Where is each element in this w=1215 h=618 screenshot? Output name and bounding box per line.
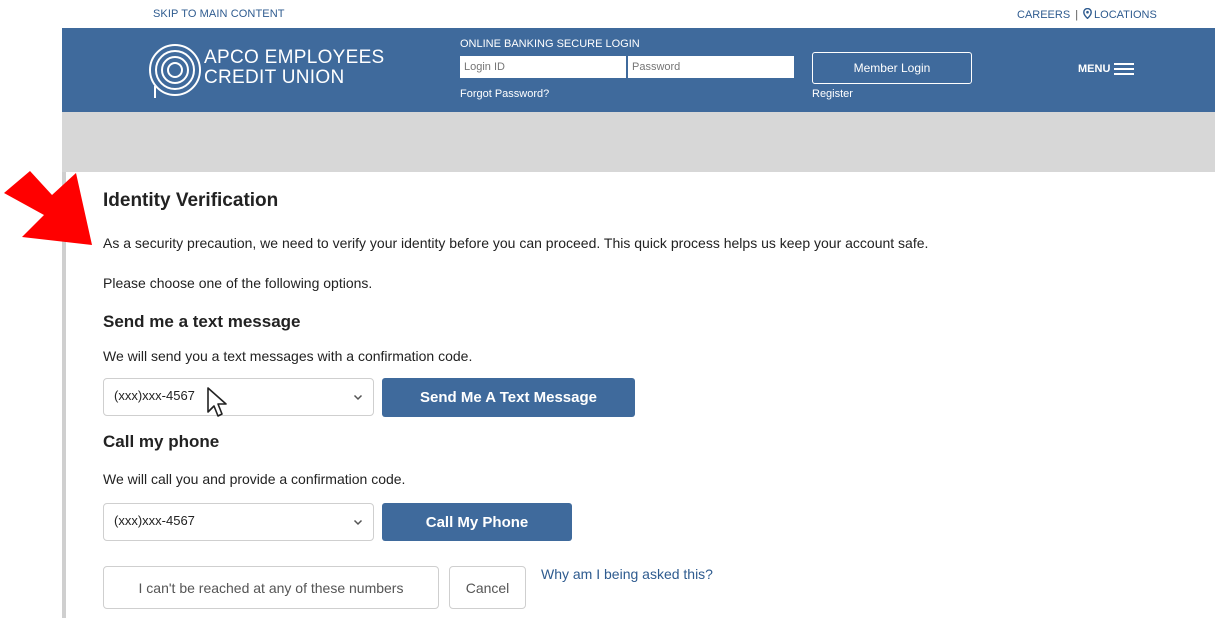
forgot-password-link[interactable]: Forgot Password? (460, 88, 549, 100)
utility-separator: | (1075, 9, 1079, 21)
call-phone-select[interactable]: (xxx)xxx-4567 (103, 503, 374, 541)
call-phone-selected-value: (xxx)xxx-4567 (114, 513, 195, 528)
menu-label: MENU (1078, 63, 1111, 75)
brand-line-1: APCO EMPLOYEES (204, 47, 385, 68)
careers-link[interactable]: CAREERS (1017, 9, 1070, 21)
call-phone-description: We will call you and provide a confirmat… (103, 471, 406, 487)
choose-option-text: Please choose one of the following optio… (103, 275, 373, 291)
login-title: ONLINE BANKING SECURE LOGIN (460, 38, 640, 50)
text-message-heading: Send me a text message (103, 312, 301, 331)
cancel-button[interactable]: Cancel (449, 566, 526, 609)
brand-name[interactable]: APCO EMPLOYEES CREDIT UNION (204, 48, 385, 88)
send-text-message-button[interactable]: Send Me A Text Message (382, 378, 635, 417)
apco-logo-icon[interactable] (147, 42, 203, 98)
password-input[interactable] (628, 56, 794, 78)
call-phone-heading: Call my phone (103, 432, 220, 451)
utility-links: CAREERS | LOCATIONS (1017, 8, 1157, 21)
utility-bar: SKIP TO MAIN CONTENT CAREERS | LOCATIONS (0, 0, 1215, 28)
why-asked-link[interactable]: Why am I being asked this? (541, 566, 713, 582)
cant-be-reached-button[interactable]: I can't be reached at any of these numbe… (103, 566, 439, 609)
location-pin-icon (1083, 8, 1092, 19)
chevron-down-icon (353, 394, 363, 401)
site-header: APCO EMPLOYEES CREDIT UNION ONLINE BANKI… (62, 28, 1215, 112)
intro-text: As a security precaution, we need to ver… (103, 235, 929, 251)
hamburger-icon (1114, 60, 1135, 78)
page-title: Identity Verification (103, 190, 279, 211)
text-phone-select[interactable]: (xxx)xxx-4567 (103, 378, 374, 416)
gray-banner (62, 112, 1215, 172)
member-login-button[interactable]: Member Login (812, 52, 972, 84)
text-phone-selected-value: (xxx)xxx-4567 (114, 388, 195, 403)
login-id-input[interactable] (460, 56, 626, 78)
locations-link[interactable]: LOCATIONS (1094, 9, 1157, 21)
red-arrow-icon (4, 171, 92, 245)
skip-to-main-link[interactable]: SKIP TO MAIN CONTENT (153, 8, 285, 20)
chevron-down-icon (353, 519, 363, 526)
mouse-cursor-icon (207, 387, 227, 417)
call-my-phone-button[interactable]: Call My Phone (382, 503, 572, 541)
brand-line-2: CREDIT UNION (204, 67, 345, 88)
text-message-description: We will send you a text messages with a … (103, 348, 473, 364)
menu-button[interactable]: MENU (1078, 60, 1135, 78)
register-link[interactable]: Register (812, 88, 853, 100)
